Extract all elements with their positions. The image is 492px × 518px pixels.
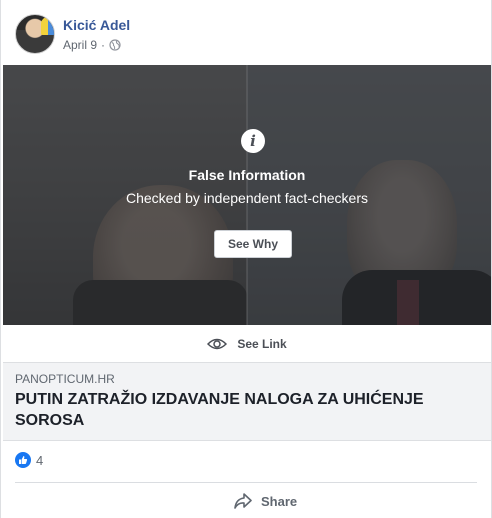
share-icon (234, 493, 252, 509)
author-name[interactable]: Kicić Adel (63, 17, 130, 33)
eye-icon (207, 338, 228, 349)
action-divider (15, 482, 477, 483)
see-why-button[interactable]: See Why (214, 230, 292, 258)
share-button[interactable]: Share (233, 492, 297, 510)
warning-subtitle: Checked by independent fact-checkers (125, 190, 369, 206)
avatar-badge-icon (41, 17, 54, 35)
share-label: Share (261, 493, 298, 509)
reaction-count: 4 (36, 452, 44, 468)
blurred-media[interactable]: i False Information Checked by independe… (3, 65, 491, 325)
see-link-button[interactable]: See Link (3, 325, 491, 363)
meta-separator: · (101, 38, 106, 52)
post-header: Kicić Adel April 9 · (1, 0, 491, 64)
see-link-label: See Link (237, 336, 287, 351)
facebook-post: Kicić Adel April 9 · i False Information… (0, 0, 492, 518)
post-meta: April 9 · (63, 38, 121, 52)
author-avatar[interactable] (15, 14, 55, 54)
post-date[interactable]: April 9 (63, 38, 97, 52)
link-headline[interactable]: PUTIN ZATRAŽIO IZDAVANJE NALOGA ZA UHIĆE… (15, 389, 475, 431)
globe-icon[interactable] (109, 39, 121, 51)
link-domain: PANOPTICUM.HR (15, 372, 115, 386)
like-icon (15, 452, 31, 468)
reaction-summary[interactable]: 4 (15, 452, 43, 468)
warning-title: False Information (188, 167, 306, 183)
info-icon: i (241, 129, 265, 153)
link-preview[interactable]: PANOPTICUM.HR PUTIN ZATRAŽIO IZDAVANJE N… (3, 363, 491, 441)
